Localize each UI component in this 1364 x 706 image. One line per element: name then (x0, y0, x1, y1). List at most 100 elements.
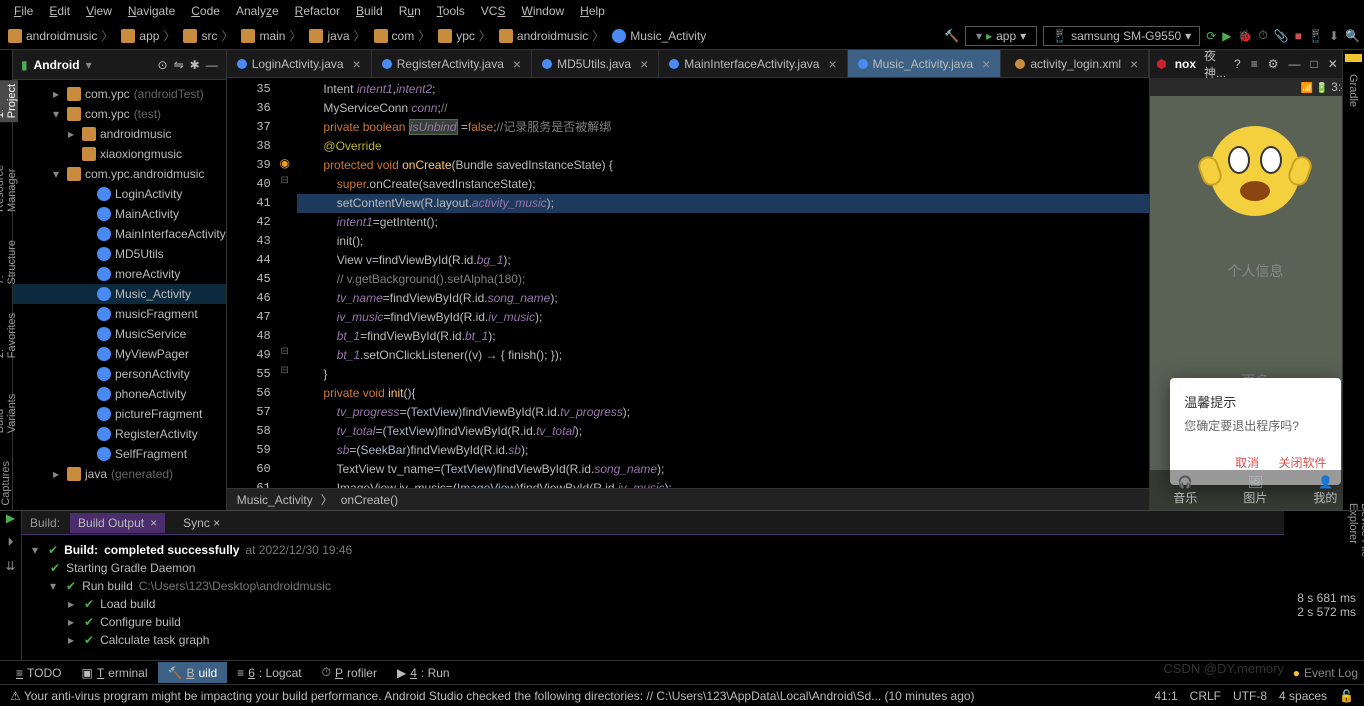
tree-item[interactable]: RegisterActivity (13, 424, 226, 444)
fold-column[interactable]: ◉⊟⊟⊟ (277, 78, 293, 488)
code-editor[interactable]: Intent intent1,intent2; MyServiceConn co… (293, 78, 1149, 488)
menu-window[interactable]: Window (515, 2, 570, 20)
settings-icon[interactable]: ✱ (190, 58, 200, 72)
tool-project[interactable]: 1: Project (0, 80, 18, 122)
tab-close-icon[interactable]: × (828, 56, 836, 72)
bottom-tab[interactable]: 🔨 Build (158, 662, 228, 683)
menu-build[interactable]: Build (350, 2, 389, 20)
tree-item[interactable]: MainInterfaceActivity (13, 224, 226, 244)
emu-btn-profile[interactable]: 个人信息 (1150, 246, 1360, 296)
hammer-icon[interactable]: 🔨 (944, 29, 959, 43)
breadcrumb-item[interactable]: app〉 (117, 25, 179, 46)
event-log[interactable]: Event Log (1293, 666, 1358, 680)
menu-vcs[interactable]: VCS (475, 2, 512, 20)
editor-tab[interactable]: MainInterfaceActivity.java× (659, 50, 847, 77)
crumb-class[interactable]: Music_Activity (237, 493, 313, 507)
status-enc[interactable]: UTF-8 (1233, 689, 1267, 703)
status-le[interactable]: CRLF (1190, 689, 1221, 703)
breadcrumb-item[interactable]: com〉 (370, 25, 435, 46)
menu-refactor[interactable]: Refactor (289, 2, 346, 20)
tool-gradle[interactable]: Gradle (1343, 66, 1363, 115)
editor-tab[interactable]: Music_Activity.java× (848, 50, 1002, 77)
menu-tools[interactable]: Tools (431, 2, 471, 20)
editor-tab[interactable]: LoginActivity.java× (227, 50, 372, 77)
status-warn-icon[interactable]: ⚠ (10, 689, 21, 703)
editor-tab[interactable]: activity_login.xml× (1001, 50, 1149, 77)
tool-favorites[interactable]: 2: Favorites (0, 309, 18, 362)
help-icon[interactable]: ? (1234, 57, 1241, 71)
tab-close-icon[interactable]: × (353, 56, 361, 72)
build-filter-icon[interactable]: ⏵ (0, 535, 21, 559)
breadcrumb-item[interactable]: Music_Activity (608, 27, 710, 45)
menu-analyze[interactable]: Analyze (230, 2, 285, 20)
tree-item[interactable]: moreActivity (13, 264, 226, 284)
dialog-cancel[interactable]: 取消 (1235, 456, 1259, 470)
profile-icon[interactable]: ⏱ (1258, 28, 1267, 43)
breadcrumb-item[interactable]: ypc〉 (434, 25, 495, 46)
build-tab-sync[interactable]: Sync × (175, 513, 228, 533)
hide-icon[interactable]: — (206, 58, 218, 72)
close-icon[interactable]: ✕ (1328, 57, 1338, 71)
menu-edit[interactable]: Edit (43, 2, 76, 20)
bottom-tab[interactable]: ≡ 6: Logcat (227, 662, 311, 683)
build-expand-icon[interactable]: ⇊ (0, 559, 21, 583)
tree-item[interactable]: SelfFragment (13, 444, 226, 464)
build-tab-output[interactable]: Build Output× (70, 513, 165, 533)
tree-item[interactable]: MusicService (13, 324, 226, 344)
tree-item[interactable]: ▾com.ypc (test) (13, 104, 226, 124)
emu-nav-pic[interactable]: 🖼图片 (1243, 475, 1267, 506)
avd-icon[interactable]: 📱 (1308, 29, 1323, 43)
bottom-tab[interactable]: ▶ 4: Run (387, 662, 460, 683)
breadcrumb-item[interactable]: src〉 (179, 25, 237, 46)
tree-item[interactable]: MD5Utils (13, 244, 226, 264)
tree-item[interactable]: ▸java (generated) (13, 464, 226, 484)
breadcrumb-item[interactable]: java〉 (305, 25, 369, 46)
menu-help[interactable]: Help (574, 2, 611, 20)
tree-item[interactable]: ▸androidmusic (13, 124, 226, 144)
tree-item[interactable]: musicFragment (13, 304, 226, 324)
breadcrumb-item[interactable]: androidmusic〉 (4, 25, 117, 46)
run-config-select[interactable]: ▸app ▾ (965, 26, 1037, 46)
tool-build-variants[interactable]: Build Variants (0, 382, 18, 437)
tool-device-explorer[interactable]: Device File Explorer (1343, 495, 1364, 575)
attach-icon[interactable]: 📎 (1274, 29, 1289, 43)
menu-icon[interactable]: ≡ (1251, 57, 1258, 71)
menu-view[interactable]: View (80, 2, 118, 20)
status-lock-icon[interactable]: 🔓 (1339, 689, 1354, 703)
build-rerun-icon[interactable]: ▶ (0, 511, 21, 535)
minimize-icon[interactable]: — (1289, 57, 1301, 71)
maximize-icon[interactable]: □ (1311, 57, 1318, 71)
tool-resource-manager[interactable]: Resource Manager (0, 142, 18, 216)
dialog-ok[interactable]: 关闭软件 (1278, 456, 1326, 470)
tree-item[interactable]: MyViewPager (13, 344, 226, 364)
breadcrumb-item[interactable]: androidmusic〉 (495, 25, 608, 46)
search-icon[interactable]: 🔍 (1345, 29, 1360, 43)
tree-item[interactable]: xiaoxiongmusic (13, 144, 226, 164)
device-select[interactable]: 📱 samsung SM-G9550 ▾ (1043, 26, 1200, 46)
collapse-icon[interactable]: ⇋ (174, 58, 184, 72)
menu-file[interactable]: File (8, 2, 39, 20)
stop-icon[interactable]: ■ (1295, 29, 1302, 43)
tree-item[interactable]: personActivity (13, 364, 226, 384)
tab-close-icon[interactable]: × (513, 56, 521, 72)
locate-icon[interactable]: ⊙ (158, 58, 168, 72)
tree-item[interactable]: LoginActivity (13, 184, 226, 204)
debug-icon[interactable]: 🐞 (1238, 29, 1253, 43)
tab-close-icon[interactable]: × (640, 56, 648, 72)
tree-item[interactable]: ▸com.ypc (androidTest) (13, 84, 226, 104)
crumb-method[interactable]: onCreate() (341, 493, 398, 507)
tree-item[interactable]: ▾com.ypc.androidmusic (13, 164, 226, 184)
tree-item[interactable]: pictureFragment (13, 404, 226, 424)
sdk-icon[interactable]: ⬇ (1329, 29, 1339, 43)
tree-item[interactable]: MainActivity (13, 204, 226, 224)
bottom-tab[interactable]: ▣ Terminal (71, 662, 157, 683)
menu-code[interactable]: Code (185, 2, 226, 20)
run-icon[interactable]: ▶ (1222, 29, 1231, 43)
sync-icon[interactable]: ⟳ (1206, 29, 1216, 43)
tool-structure[interactable]: 7: Structure (0, 236, 18, 289)
menu-run[interactable]: Run (393, 2, 427, 20)
bottom-tab[interactable]: ≡ TODO (6, 662, 71, 683)
tool-captures[interactable]: Captures (0, 457, 12, 510)
emu-nav-music[interactable]: 🎧音乐 (1173, 475, 1197, 506)
gear-icon[interactable]: ⚙ (1268, 57, 1279, 71)
